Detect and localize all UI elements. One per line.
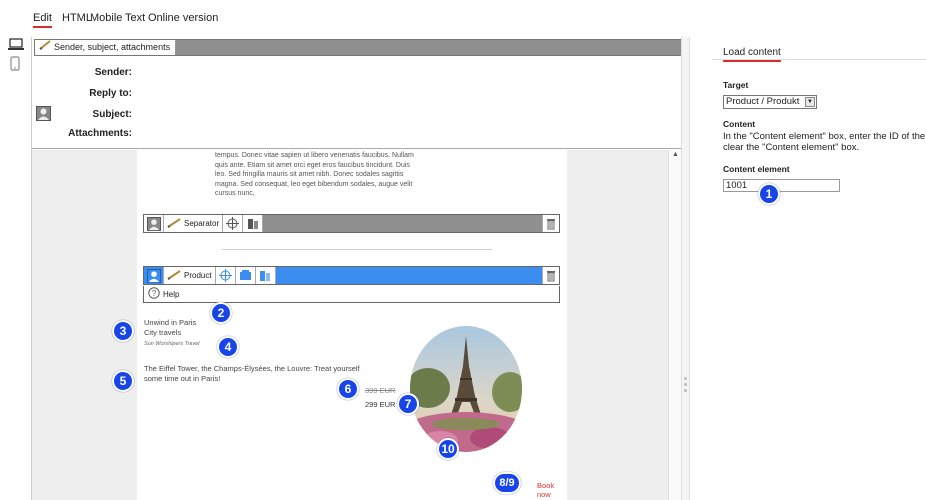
target-select-value: Product / Produkt [726, 96, 800, 107]
target-select[interactable]: Product / Produkt ▼ [723, 95, 817, 109]
content-help-text-1: In the "Content element" box, enter the … [723, 131, 926, 142]
product-subtitle: City travels [144, 328, 182, 337]
save-icon[interactable] [236, 267, 256, 284]
product-image [410, 326, 522, 452]
badge-5: 5 [112, 370, 134, 392]
badge-6: 6 [337, 378, 359, 400]
reply-to-row[interactable]: Reply to: [32, 88, 132, 102]
pencil-icon [167, 217, 181, 230]
tab-html[interactable]: HTML [62, 12, 92, 24]
tab-edit[interactable]: Edit [33, 12, 52, 28]
target-heading: Target [723, 80, 749, 90]
price: 299 EUR [365, 400, 396, 409]
editor: Sender, subject, attachments Sender: Rep… [31, 37, 682, 500]
separator-line [222, 249, 492, 250]
separator-drag-area[interactable] [263, 215, 542, 232]
badge-1: 1 [758, 183, 780, 205]
lorem-text: tempus. Donec vitae sapien ut libero ven… [215, 152, 414, 197]
book-now-link[interactable]: Book now [537, 481, 567, 499]
badge-2: 2 [210, 302, 232, 324]
move-icon[interactable] [223, 215, 244, 232]
sender-label: Sender: [94, 67, 132, 78]
product-drag-area[interactable] [275, 267, 542, 284]
old-price: 399 EUR [365, 386, 396, 395]
help-bar[interactable]: ? Help [143, 286, 560, 303]
svg-text:?: ? [152, 289, 157, 298]
product-brand: Sun Worshipers Travel [144, 341, 200, 347]
block-avatar-icon[interactable] [144, 215, 164, 232]
subject-row[interactable]: Subject: [32, 106, 132, 123]
pencil-icon [167, 269, 181, 282]
scroll-up-icon[interactable]: ▲ [672, 151, 679, 158]
separator-label: Separator [184, 219, 220, 228]
subject-label: Subject: [92, 109, 132, 120]
email-canvas: tempus. Donec vitae sapien ut libero ven… [32, 150, 682, 500]
eiffel-tower-image [410, 326, 522, 452]
help-label: Help [163, 289, 180, 299]
sender-row[interactable]: Sender: [32, 67, 132, 81]
chevron-down-icon[interactable]: ▼ [805, 97, 815, 107]
mobile-icon[interactable] [10, 56, 20, 74]
trash-icon[interactable] [542, 215, 559, 232]
header-tab[interactable]: Sender, subject, attachments [35, 40, 177, 55]
content-element-heading: Content element [723, 164, 790, 174]
block-avatar-icon[interactable] [144, 267, 164, 284]
move-icon[interactable] [216, 267, 236, 284]
email-page: tempus. Donec vitae sapien ut libero ven… [112, 150, 567, 500]
separator-toolbar: Separator [143, 214, 560, 233]
badge-10: 10 [437, 438, 459, 460]
header-tab-label: Sender, subject, attachments [54, 42, 171, 52]
product-title: Unwind in Paris [144, 318, 197, 327]
canvas-scrollbar[interactable]: ▲ [668, 150, 682, 500]
splitter-grip[interactable] [684, 377, 687, 392]
product-toolbar: Product [143, 266, 560, 285]
pencil-icon [39, 40, 51, 55]
badge-8-9: 8/9 [493, 472, 521, 494]
reply-to-label: Reply to: [89, 88, 132, 99]
copy-icon[interactable] [256, 267, 276, 284]
badge-3: 3 [112, 320, 134, 342]
product-edit-button[interactable]: Product [164, 267, 216, 284]
attachments-label: Attachments: [68, 128, 132, 139]
content-element-input[interactable]: 1001 [723, 179, 840, 192]
product-label: Product [184, 271, 212, 280]
trash-icon[interactable] [542, 267, 559, 284]
badge-7: 7 [397, 393, 419, 415]
content-help-text-2: clear the "Content element" box. [723, 142, 860, 153]
message-header: Sender, subject, attachments Sender: Rep… [32, 37, 682, 149]
help-icon: ? [148, 287, 160, 301]
copy-icon[interactable] [243, 215, 264, 232]
content-element-value: 1001 [726, 180, 748, 191]
desktop-icon[interactable] [8, 38, 24, 54]
properties-panel: Load content Target Product / Produkt ▼ … [690, 37, 926, 500]
tab-text[interactable]: Text [125, 12, 145, 24]
header-toolbar: Sender, subject, attachments [34, 39, 682, 56]
tab-load-content[interactable]: Load content [723, 47, 781, 62]
tab-online-version[interactable]: Online version [148, 12, 218, 24]
separator-edit-button[interactable]: Separator [164, 215, 224, 232]
tab-mobile[interactable]: Mobile [90, 12, 122, 24]
panel-splitter[interactable] [681, 37, 690, 500]
attachments-row[interactable]: Attachments: [32, 128, 132, 142]
badge-4: 4 [217, 336, 239, 358]
top-nav: Edit HTML Mobile Text Online version [0, 0, 926, 30]
content-heading: Content [723, 119, 756, 129]
